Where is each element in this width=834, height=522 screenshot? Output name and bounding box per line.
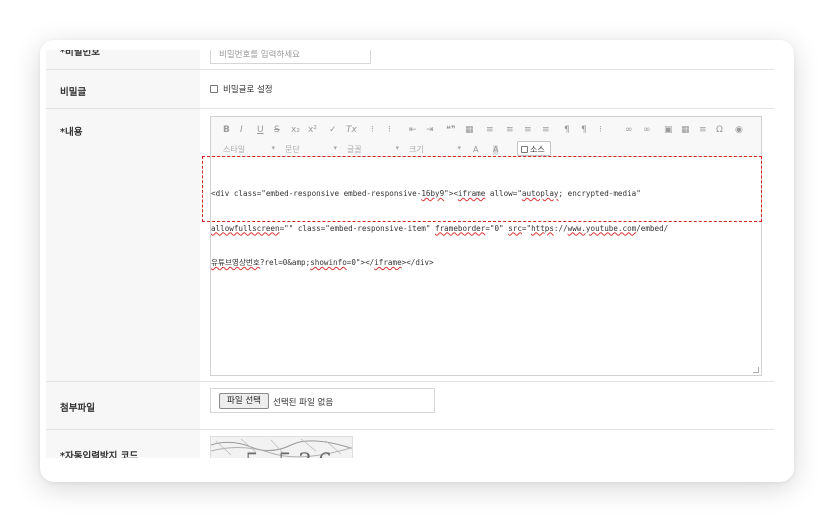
secret-checkbox[interactable]	[210, 85, 218, 93]
file-input: 파일 선택 선택된 파일 없음	[210, 388, 435, 413]
source-button[interactable]: 소스	[517, 141, 551, 156]
password-label-cell: *비밀번호	[46, 50, 200, 69]
blockquote-icon[interactable]: ❝❞	[446, 125, 456, 135]
align-center-icon[interactable]: ≡	[506, 125, 514, 135]
italic-button[interactable]: I	[240, 125, 243, 135]
outdent-icon[interactable]: ⇤	[409, 125, 417, 135]
chevron-down-icon: ▾	[333, 144, 337, 152]
file-status: 선택된 파일 없음	[273, 398, 334, 408]
content-row: *내용 B I U S x₂ x² ✓ Tx ⁝ ⁝ ⇤ ⇥ ❝❞ ▦ ≡ ≡ …	[46, 109, 774, 382]
code-line-2: allowfullscreen="" class="embed-responsi…	[211, 223, 669, 233]
code-line-3: 유튜브영상번호?rel=0&amp;showinfo=0"></iframe><…	[211, 258, 434, 267]
attachment-row: 첨부파일 파일 선택 선택된 파일 없음	[46, 382, 774, 430]
size-select-label: 크기	[409, 145, 424, 154]
image-icon[interactable]: ▣	[664, 125, 673, 135]
chevron-down-icon: ▾	[271, 144, 275, 152]
attachment-label-cell: 첨부파일	[46, 382, 200, 429]
subscript-button[interactable]: x₂	[291, 125, 300, 135]
source-button-label: 소스	[530, 145, 545, 154]
captcha-code: 5 536	[245, 450, 338, 458]
spellcheck-icon[interactable]: ✓	[329, 125, 337, 135]
bold-button[interactable]: B	[223, 125, 230, 135]
choose-file-button[interactable]: 파일 선택	[219, 393, 269, 409]
rich-text-editor: B I U S x₂ x² ✓ Tx ⁝ ⁝ ⇤ ⇥ ❝❞ ▦ ≡ ≡ ≡ ≡ …	[210, 116, 762, 376]
style-select[interactable]: 스타일 ▾	[223, 144, 275, 156]
text-color-button[interactable]: A	[473, 145, 478, 155]
chevron-down-icon: ▾	[457, 144, 461, 152]
unlink-icon[interactable]: ∞	[643, 125, 651, 135]
remove-format-icon[interactable]: Tx	[346, 125, 357, 135]
secret-label: 비밀글	[60, 87, 87, 98]
special-char-icon[interactable]: Ω	[716, 125, 723, 135]
secret-label-cell: 비밀글	[46, 70, 200, 108]
language-icon[interactable]: ⁝	[599, 125, 602, 135]
captcha-image: 5 536	[210, 436, 353, 458]
secret-checkbox-label[interactable]: 비밀글로 설정	[223, 83, 273, 95]
font-select-label: 글꼴	[347, 145, 362, 154]
table-icon[interactable]: ▦	[681, 125, 690, 135]
secret-row: 비밀글 비밀글로 설정	[46, 70, 774, 109]
style-select-label: 스타일	[223, 145, 246, 154]
align-justify-icon[interactable]: ≡	[542, 125, 550, 135]
size-select[interactable]: 크기 ▾	[409, 144, 461, 156]
indent-icon[interactable]: ⇥	[426, 125, 434, 135]
source-icon	[521, 146, 528, 153]
strike-button[interactable]: S	[274, 125, 280, 135]
numbered-list-icon[interactable]: ⁝	[371, 125, 374, 135]
bg-color-button[interactable]: A	[493, 145, 499, 155]
font-select[interactable]: 글꼴 ▾	[347, 144, 399, 156]
superscript-button[interactable]: x²	[308, 125, 317, 135]
resize-handle[interactable]	[753, 367, 759, 373]
password-row: *비밀번호 비밀번호를 입력하세요	[46, 50, 774, 70]
form-card: *비밀번호 비밀번호를 입력하세요 비밀글 비밀글로 설정 *내용 B I U …	[40, 40, 794, 482]
password-input[interactable]: 비밀번호를 입력하세요	[210, 50, 371, 64]
link-icon[interactable]: ∞	[625, 125, 633, 135]
captcha-label: *자동입력방지 코드	[60, 451, 139, 458]
div-container-icon[interactable]: ▦	[465, 125, 474, 135]
attachment-label: 첨부파일	[60, 403, 95, 414]
content-label-cell: *내용	[46, 109, 200, 381]
format-select[interactable]: 문단 ▾	[285, 144, 337, 156]
iframe-icon[interactable]: ◉	[735, 125, 743, 135]
chevron-down-icon: ▾	[395, 144, 399, 152]
form-viewport: *비밀번호 비밀번호를 입력하세요 비밀글 비밀글로 설정 *내용 B I U …	[46, 50, 774, 458]
editor-toolbar: B I U S x₂ x² ✓ Tx ⁝ ⁝ ⇤ ⇥ ❝❞ ▦ ≡ ≡ ≡ ≡ …	[211, 117, 761, 157]
password-label: *비밀번호	[60, 50, 100, 58]
rtl-icon[interactable]: ¶	[581, 125, 587, 135]
bullet-list-icon[interactable]: ⁝	[388, 125, 391, 135]
align-right-icon[interactable]: ≡	[524, 125, 532, 135]
code-highlight-box	[202, 156, 762, 222]
content-label: *내용	[60, 127, 83, 138]
captcha-row: *자동입력방지 코드 5 536	[46, 430, 774, 458]
align-left-icon[interactable]: ≡	[486, 125, 494, 135]
ltr-icon[interactable]: ¶	[564, 125, 570, 135]
horizontal-line-icon[interactable]: ≡	[699, 125, 707, 135]
underline-button[interactable]: U	[257, 125, 264, 135]
format-select-label: 문단	[285, 145, 300, 154]
captcha-label-cell: *자동입력방지 코드	[46, 430, 200, 458]
